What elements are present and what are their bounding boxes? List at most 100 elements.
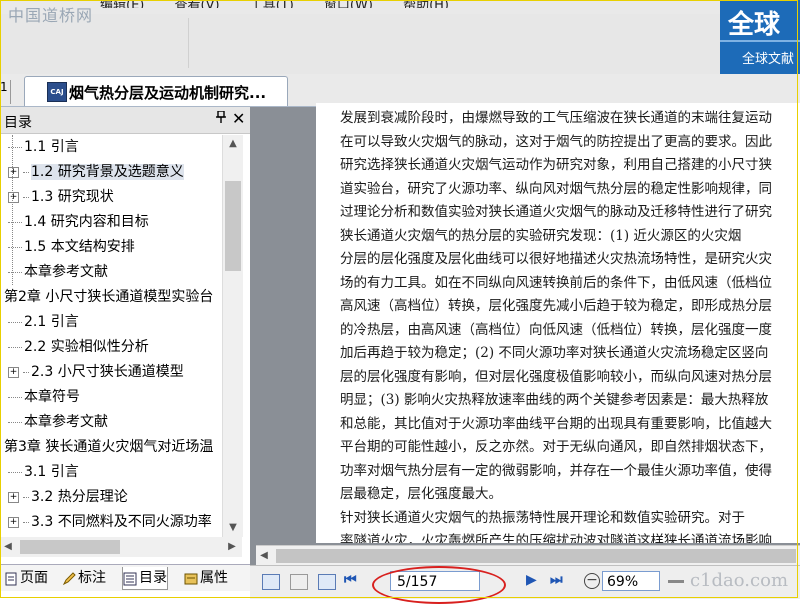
toc-horizontal-scrollbar[interactable]: ◀ ▶ — [0, 537, 242, 557]
expand-icon[interactable]: + — [8, 491, 19, 503]
tree-connector — [23, 371, 29, 373]
title-bar: 中国道桥网 编辑(E) 查看(V) 工具(T) 窗口(W) 帮助(H) — [0, 0, 720, 74]
tree-guide — [12, 135, 13, 285]
menu-bar: 编辑(E) 查看(V) 工具(T) 窗口(W) 帮助(H) — [100, 0, 475, 8]
tree-connector — [23, 521, 29, 523]
tab-properties-label: 属性 — [200, 570, 228, 586]
tab-document[interactable]: CAJ 烟气热分层及运动机制研究... — [24, 76, 288, 106]
tree-connector — [8, 471, 22, 473]
toc-item[interactable]: 第2章 小尺寸狭长通道模型实验台 — [4, 285, 213, 309]
tree-connector — [8, 271, 22, 273]
document-text-line: 层的层化强度有影响，但对层化强度极值影响较小，而纵向风速对热分层 — [340, 368, 772, 385]
zoom-out-icon[interactable]: − — [584, 573, 600, 589]
continuous-view-icon[interactable] — [290, 574, 308, 590]
close-icon[interactable]: ✕ — [232, 109, 245, 128]
toc-item-label: 1.5 本文结构安排 — [24, 239, 135, 255]
document-page[interactable]: 发展到衰减阶段时，由爆燃导致的工气压缩波在狭长通道的末端往复运动 在可以导致火灾烟… — [316, 103, 800, 543]
menu-edit[interactable]: 编辑(E) — [100, 0, 144, 8]
tab-annotations[interactable]: 标注 — [62, 567, 106, 589]
tab-left-stub[interactable]: 1 — [0, 80, 11, 104]
tab-pages-label: 页面 — [20, 570, 48, 586]
site-watermark-bottom: c1dao.com — [690, 570, 789, 591]
document-text-line: 明显；(3) 影响火灾热释放速率曲线的两个关键参考因素是：最大热释放 — [340, 392, 769, 408]
tree-connector — [8, 421, 22, 423]
tab-toc[interactable]: 目录 — [122, 567, 168, 590]
last-page-icon[interactable]: ⏭ — [550, 572, 563, 588]
page-number-field[interactable]: 5/157 — [390, 571, 480, 591]
menu-help[interactable]: 帮助(H) — [403, 0, 449, 8]
scroll-right-icon[interactable]: ▶ — [224, 538, 240, 556]
document-text-line: 平台期的可能性越小，反之亦然。对于无纵向通风，即自然排烟状态下， — [340, 439, 772, 455]
toc-item[interactable]: 本章参考文献 — [8, 410, 108, 434]
toc-item[interactable]: 本章符号 — [8, 385, 80, 409]
tree-connector — [8, 346, 22, 348]
toc-item[interactable]: 2.2 实验相似性分析 — [8, 335, 149, 359]
tree-connector — [8, 396, 22, 398]
menu-window[interactable]: 窗口(W) — [324, 0, 373, 8]
toc-panel: 目录 ✕ 1.1 引言 +1.2 研究背景及选题意义 +1.3 研究现状 1.4 研究… — [0, 107, 251, 564]
toc-vertical-scrollbar[interactable]: ▲ ▼ — [222, 135, 243, 537]
tab-pages[interactable]: 页面 — [4, 567, 48, 589]
tree-connector — [8, 146, 22, 148]
toc-item[interactable]: 1.5 本文结构安排 — [8, 235, 135, 259]
toc-item-label: 1.1 引言 — [24, 139, 79, 155]
toc-item[interactable]: 3.1 引言 — [8, 460, 79, 484]
toc-item[interactable]: +3.2 热分层理论 — [8, 485, 128, 509]
doc-horizontal-scrollbar[interactable]: ◀ — [256, 545, 800, 566]
document-text-line: 率隧道火灾，火灾轰燃所产生的压缩扰动波对隧道这样狭长通道流场影响 — [340, 533, 772, 543]
toc-hscroll-thumb[interactable] — [20, 540, 120, 554]
sidebar-tabs: 页面 标注 目录 属性 — [0, 564, 250, 591]
pin-icon[interactable] — [216, 110, 226, 126]
toc-header-title: 目录 — [4, 115, 32, 131]
document-text-line: 发展到衰减阶段时，由爆燃导致的工气压缩波在狭长通道的末端往复运动 — [340, 110, 772, 126]
two-page-view-icon[interactable] — [318, 574, 336, 590]
toc-item[interactable]: 1.1 引言 — [8, 135, 79, 159]
document-text-line: 功率对烟气热分层有一定的微弱影响，并存在一个最佳火源功率值，使得 — [340, 462, 772, 479]
expand-icon[interactable]: + — [8, 191, 19, 203]
menu-tools[interactable]: 工具(T) — [250, 0, 294, 8]
single-page-view-icon[interactable] — [262, 574, 280, 590]
zoom-slider[interactable] — [668, 580, 684, 583]
toc-item[interactable]: +1.3 研究现状 — [8, 185, 114, 209]
toc-scroll-thumb[interactable] — [225, 181, 241, 271]
tree-connector — [8, 221, 22, 223]
next-page-icon[interactable]: ▶ — [526, 572, 537, 588]
toc-item-label: 2.2 实验相似性分析 — [24, 339, 149, 355]
toc-item[interactable]: 1.4 研究内容和目标 — [8, 210, 149, 234]
tab-properties[interactable]: 属性 — [184, 567, 228, 589]
brand-title: 全球 — [728, 10, 781, 40]
expand-icon[interactable]: + — [8, 516, 19, 528]
scroll-left-icon[interactable]: ◀ — [0, 538, 16, 556]
expand-icon[interactable]: + — [8, 366, 19, 378]
scroll-down-icon[interactable]: ▼ — [223, 519, 243, 537]
tab-document-title: 烟气热分层及运动机制研究... — [69, 84, 267, 102]
tab-annotations-label: 标注 — [78, 570, 106, 586]
status-bar: ⏮ 5/157 ▶ ⏭ − 69% c1dao.com — [250, 565, 800, 604]
expand-icon[interactable]: + — [8, 166, 19, 178]
document-text-line: 的冷热层，由高风速（高档位）向低风速（低档位）转换，层化强度一度 — [340, 321, 772, 338]
tree-connector — [8, 246, 22, 248]
doc-left-gutter — [250, 107, 256, 565]
tree-connector — [23, 196, 29, 198]
tab-toc-label: 目录 — [139, 570, 167, 586]
document-text-line: 场的有力工具。如在不同纵向风速转换前后的条件下，由低风速（低档位 — [340, 274, 772, 291]
brand-subtitle: 全球文献 — [742, 52, 795, 67]
brand-banner[interactable]: 全球 全球文献 — [720, 0, 800, 74]
zoom-level-field[interactable]: 69% — [602, 571, 660, 591]
document-text-line: 狭长通道火灾烟气的热分层的实验研究发现：(1) 近火源区的火灾烟 — [340, 227, 742, 244]
document-text-line: 针对狭长通道火灾烟气的热振荡特性展开理论和数值实验研究。对于 — [340, 509, 745, 526]
toc-item[interactable]: +2.3 小尺寸狭长通道模型 — [8, 360, 184, 384]
toc-item[interactable]: +3.3 不同燃料及不同火源功率 — [8, 510, 212, 534]
toolbar — [0, 14, 720, 74]
toc-item[interactable]: 本章参考文献 — [8, 260, 108, 284]
doc-hscroll-thumb[interactable] — [276, 549, 796, 563]
scroll-up-icon[interactable]: ▲ — [223, 135, 243, 153]
document-view[interactable]: 发展到衰减阶段时，由爆燃导致的工气压缩波在狭长通道的末端往复运动 在可以导致火灾烟… — [250, 103, 800, 566]
toc-item[interactable]: +1.2 研究背景及选题意义 — [8, 160, 184, 184]
doc-scroll-left-icon[interactable]: ◀ — [256, 547, 272, 565]
toc-item[interactable]: 第3章 狭长通道火灾烟气对近场温 — [4, 435, 213, 459]
toolbar-separator — [188, 18, 189, 68]
first-page-icon[interactable]: ⏮ — [344, 572, 357, 588]
toc-item[interactable]: 2.1 引言 — [8, 310, 79, 334]
menu-view[interactable]: 查看(V) — [175, 0, 220, 8]
